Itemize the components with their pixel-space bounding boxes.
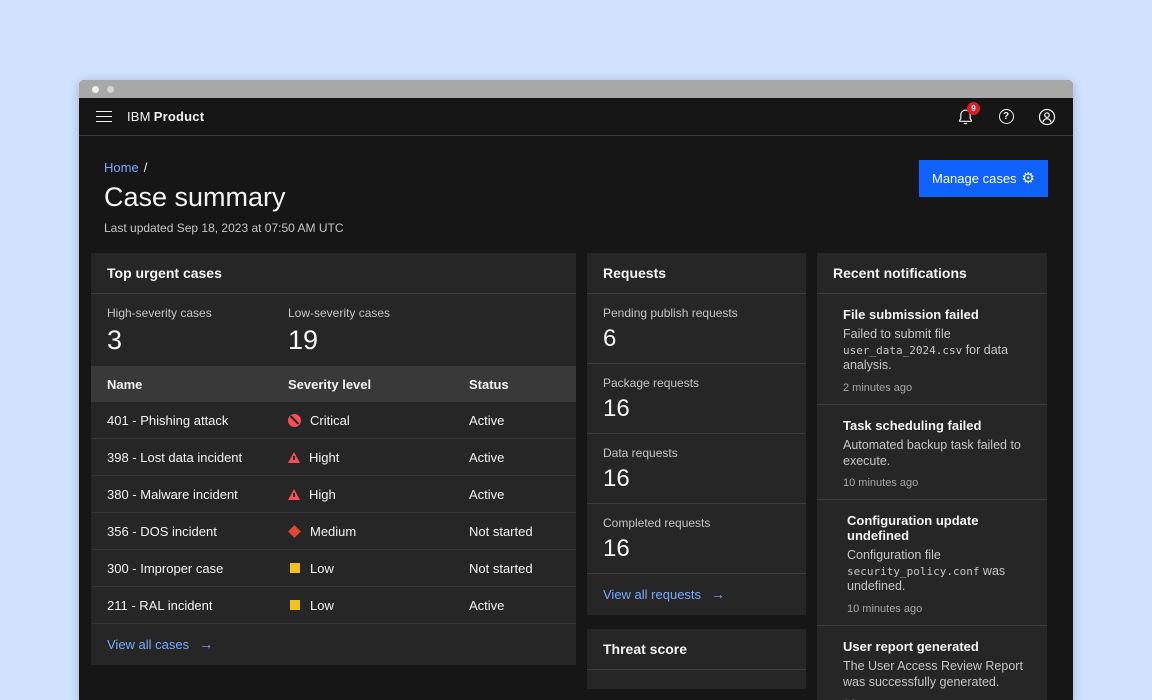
manage-cases-button[interactable]: Manage cases ⚙: [919, 160, 1048, 197]
table-row: 380 - Malware incident High Active: [91, 476, 576, 513]
arrow-right-icon: [199, 636, 213, 652]
window-control-dot: [92, 86, 99, 93]
gear-icon: ⚙: [1022, 171, 1035, 186]
column-header-severity: Severity level: [288, 377, 469, 392]
file-name-code: user_data_2024.csv: [843, 344, 962, 357]
severity-label: Medium: [310, 524, 356, 539]
menu-hamburger-icon[interactable]: [96, 111, 112, 123]
notification-title: File submission failed: [843, 307, 1031, 322]
main-content: Home / Case summary Last updated Sep 18, …: [79, 136, 1073, 700]
browser-chrome-bar: [79, 80, 1073, 98]
case-status: Not started: [469, 524, 560, 539]
card-title: Top urgent cases: [91, 253, 576, 294]
severity-cell: Low: [288, 598, 469, 613]
table-row: 398 - Lost data incident Hight Active: [91, 439, 576, 476]
severity-label: Low: [310, 598, 334, 613]
notification-title: User report generated: [843, 639, 1031, 654]
threat-score-card: Threat score: [587, 629, 806, 689]
notification-time: 10 minutes ago: [847, 603, 1031, 615]
notification-title: Configuration update undefined: [847, 513, 1031, 543]
page-title: Case summary: [104, 182, 1061, 213]
severity-cell: Low: [288, 561, 469, 576]
column-header-name: Name: [107, 377, 288, 392]
stat-high-severity: High-severity cases 3: [107, 306, 288, 356]
brand-prefix: IBM: [127, 109, 151, 124]
notification-description: Automated backup task failed to execute.: [843, 438, 1031, 469]
severity-cell: Critical: [288, 413, 469, 428]
notification-item: Configuration update undefined Configura…: [817, 500, 1047, 626]
notification-time: 10 minutes ago: [843, 477, 1031, 489]
notification-item: File submission failed Failed to submit …: [817, 294, 1047, 405]
notification-item: User report generated The User Access Re…: [817, 626, 1047, 700]
medium-severity-icon: [288, 525, 301, 538]
recent-notifications-card: Recent notifications File submission fai…: [817, 253, 1047, 700]
severity-stats: High-severity cases 3 Low-severity cases…: [91, 294, 576, 366]
brand-name: Product: [154, 109, 205, 124]
critical-icon: [288, 414, 301, 427]
table-row: 356 - DOS incident Medium Not started: [91, 513, 576, 550]
notification-description: Failed to submit file user_data_2024.csv…: [843, 327, 1031, 374]
arrow-right-icon: [711, 586, 725, 602]
brand: IBMProduct: [127, 109, 204, 124]
warning-icon: [288, 489, 300, 500]
view-all-cases-link[interactable]: View all cases: [91, 624, 576, 665]
column-header-status: Status: [469, 377, 560, 392]
notification-count-badge: 9: [967, 102, 980, 115]
manage-cases-label: Manage cases: [932, 171, 1017, 186]
case-name: 300 - Improper case: [107, 561, 288, 576]
notification-description: Configuration file security_policy.conf …: [847, 548, 1031, 595]
breadcrumb: Home /: [104, 160, 1061, 175]
stat-low-severity: Low-severity cases 19: [288, 306, 469, 356]
table-row: 401 - Phishing attack Critical Active: [91, 402, 576, 439]
severity-cell: Medium: [288, 524, 469, 539]
case-name: 356 - DOS incident: [107, 524, 288, 539]
notification-description: The User Access Review Report was succes…: [843, 659, 1031, 690]
stat-completed-requests: Completed requests 16: [587, 504, 806, 574]
case-status: Active: [469, 487, 560, 502]
case-status: Active: [469, 413, 560, 428]
window-control-dot: [107, 86, 114, 93]
last-updated-text: Last updated Sep 18, 2023 at 07:50 AM UT…: [104, 221, 1061, 235]
breadcrumb-home-link[interactable]: Home: [104, 160, 139, 175]
case-name: 211 - RAL incident: [107, 598, 288, 613]
low-severity-icon: [290, 600, 300, 610]
requests-card: Requests Pending publish requests 6 Pack…: [587, 253, 806, 615]
severity-cell: High: [288, 487, 469, 502]
low-severity-icon: [290, 563, 300, 573]
top-urgent-cases-card: Top urgent cases High-severity cases 3 L…: [91, 253, 576, 665]
case-status: Active: [469, 598, 560, 613]
card-title: Requests: [587, 253, 806, 294]
browser-window: IBMProduct 9 ? Ho: [79, 80, 1073, 700]
severity-label: Critical: [310, 413, 350, 428]
severity-label: Hight: [309, 450, 339, 465]
notification-title: Task scheduling failed: [843, 418, 1031, 433]
table-row: 300 - Improper case Low Not started: [91, 550, 576, 587]
case-name: 380 - Malware incident: [107, 487, 288, 502]
stat-data-requests: Data requests 16: [587, 434, 806, 504]
app-header: IBMProduct 9 ?: [79, 98, 1073, 136]
user-avatar-icon[interactable]: [1038, 108, 1056, 126]
case-status: Not started: [469, 561, 560, 576]
case-name: 401 - Phishing attack: [107, 413, 288, 428]
severity-label: Low: [310, 561, 334, 576]
table-row: 211 - RAL incident Low Active: [91, 587, 576, 624]
case-name: 398 - Lost data incident: [107, 450, 288, 465]
notification-bell-icon[interactable]: 9: [956, 108, 974, 126]
case-status: Active: [469, 450, 560, 465]
notification-item: Task scheduling failed Automated backup …: [817, 405, 1047, 500]
card-title: Threat score: [587, 629, 806, 670]
stat-package-requests: Package requests 16: [587, 364, 806, 434]
view-all-requests-link[interactable]: View all requests: [587, 574, 806, 615]
help-icon[interactable]: ?: [997, 108, 1015, 126]
stat-pending-publish-requests: Pending publish requests 6: [587, 294, 806, 364]
file-name-code: security_policy.conf: [847, 565, 979, 578]
severity-label: High: [309, 487, 336, 502]
notification-time: 2 minutes ago: [843, 382, 1031, 394]
warning-icon: [288, 452, 300, 463]
table-header-row: Name Severity level Status: [91, 366, 576, 402]
severity-cell: Hight: [288, 450, 469, 465]
card-title: Recent notifications: [817, 253, 1047, 294]
breadcrumb-separator: /: [144, 160, 148, 175]
